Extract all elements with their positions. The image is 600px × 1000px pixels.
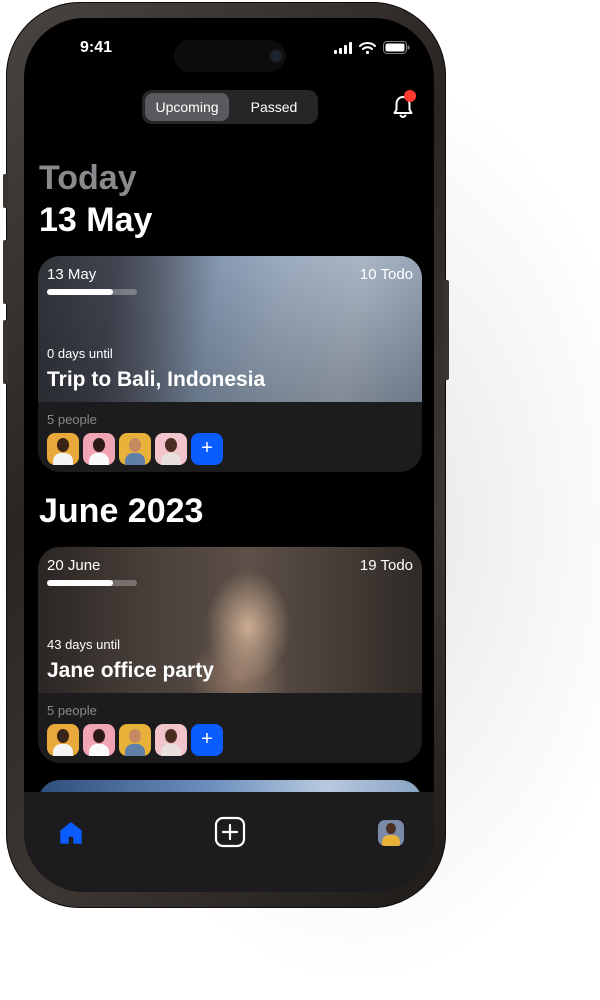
volume-down-button [3, 320, 8, 384]
add-person-button[interactable]: + [191, 724, 223, 756]
avatar[interactable] [119, 433, 151, 465]
avatar[interactable] [83, 433, 115, 465]
trip-progress-fill [47, 580, 113, 586]
status-bar: 9:41 [24, 18, 434, 78]
trip-progress-bar [47, 289, 137, 295]
add-trip-icon[interactable] [214, 816, 246, 848]
trip-progress-bar [47, 580, 137, 586]
trip-todo-count: 19 Todo [359, 557, 413, 574]
home-icon[interactable] [58, 820, 84, 846]
trip-days-until: 43 days until [47, 637, 120, 652]
avatar[interactable] [155, 724, 187, 756]
trip-days-until: 0 days until [47, 346, 113, 361]
screen: 9:41 Upcoming Passed Today 13 May 13 May… [24, 18, 434, 892]
avatar[interactable] [47, 433, 79, 465]
section-heading-date: 13 May [39, 201, 153, 239]
mute-switch [3, 174, 8, 208]
section-heading-today: Today [39, 159, 137, 197]
avatar[interactable] [155, 433, 187, 465]
camera-icon [270, 50, 282, 62]
trip-date: 13 May [47, 266, 97, 283]
power-button [444, 280, 449, 380]
trip-title: Trip to Bali, Indonesia [47, 368, 266, 391]
profile-avatar[interactable] [378, 820, 404, 846]
volume-up-button [3, 240, 8, 304]
trip-progress-fill [47, 289, 113, 295]
trip-todo-count: 10 Todo [359, 266, 413, 283]
trip-people-count: 5 people [47, 412, 97, 427]
dynamic-island [174, 40, 286, 72]
trip-avatars: + [47, 433, 223, 465]
avatar[interactable] [83, 724, 115, 756]
status-time: 9:41 [80, 39, 113, 56]
tab-passed[interactable]: Passed [232, 93, 316, 121]
phone-frame: 9:41 Upcoming Passed Today 13 May 13 May… [3, 2, 449, 908]
status-icons [334, 41, 410, 54]
avatar[interactable] [119, 724, 151, 756]
tab-bar [24, 792, 434, 892]
avatar[interactable] [47, 724, 79, 756]
upcoming-passed-toggle: Upcoming Passed [142, 90, 318, 124]
section-heading-month: June 2023 [39, 492, 204, 530]
wifi-icon [359, 41, 376, 54]
trip-people-count: 5 people [47, 703, 97, 718]
tab-upcoming[interactable]: Upcoming [145, 93, 229, 121]
add-person-button[interactable]: + [191, 433, 223, 465]
trip-avatars: + [47, 724, 223, 756]
trip-title: Jane office party [47, 659, 214, 682]
battery-icon [383, 41, 410, 54]
signal-icon [334, 41, 352, 54]
trip-date: 20 June [47, 557, 101, 574]
trip-card[interactable]: 20 June 19 Todo 43 days until Jane offic… [38, 547, 422, 763]
notification-badge [404, 90, 416, 102]
trip-card[interactable]: 13 May 10 Todo 0 days until Trip to Bali… [38, 256, 422, 472]
